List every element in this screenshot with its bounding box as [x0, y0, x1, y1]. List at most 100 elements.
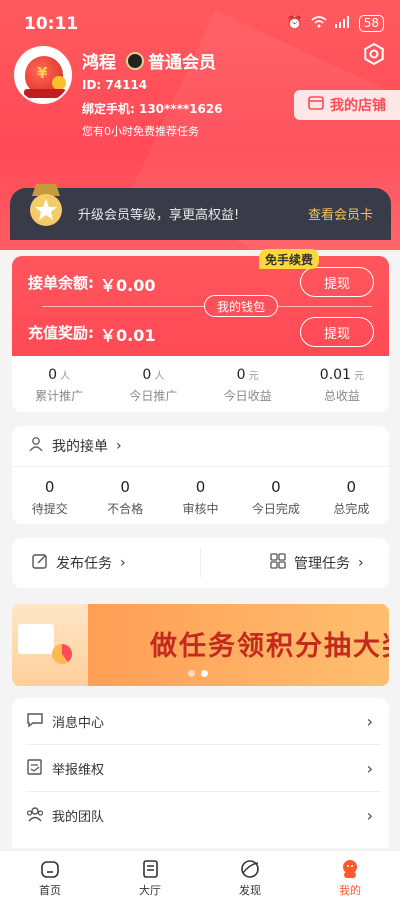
hall-icon: [139, 858, 161, 880]
status-bar: 10:11 ⏰ 58: [0, 0, 400, 48]
tab-label: 大厅: [139, 884, 161, 897]
stat-today-income[interactable]: 0元 今日收益: [201, 364, 295, 408]
stat-unit: 人: [154, 371, 165, 382]
order-status-row: 0 待提交 0 不合格 0 审核中 0 今日完成 0 总完成: [12, 478, 389, 517]
discover-icon: [239, 858, 261, 880]
menu-item-message-center[interactable]: 消息中心 ›: [12, 698, 389, 744]
tab-label: 发现: [239, 884, 261, 897]
stat-value: 0: [236, 367, 246, 383]
settings-menu: 消息中心 › 举报维权 › 我的团队 ›: [12, 698, 389, 848]
divider: [12, 466, 389, 467]
tab-label: 我的: [339, 884, 361, 897]
wifi-icon: [311, 15, 327, 32]
task-actions-card: 发布任务 › 管理任务 ›: [12, 538, 389, 588]
divider: [200, 548, 201, 578]
my-orders-header[interactable]: 我的接单 ›: [28, 436, 122, 456]
tab-hall[interactable]: 大厅: [100, 851, 200, 903]
alarm-icon: ⏰: [286, 16, 303, 31]
pager-dot-active[interactable]: [201, 670, 208, 677]
menu-item-my-team[interactable]: 我的团队 ›: [12, 792, 389, 838]
recharge-reward-value: ￥0.01: [100, 326, 156, 345]
home-icon: [39, 858, 61, 880]
withdraw-balance-button[interactable]: 提现: [300, 267, 374, 297]
menu-item-label: 消息中心: [52, 715, 105, 731]
chevron-right-icon: ›: [366, 805, 373, 825]
mine-icon: [339, 858, 361, 880]
stat-today-promotion[interactable]: 0人 今日推广: [106, 364, 200, 408]
stat-value: 0.01: [319, 367, 351, 383]
chevron-right-icon: ›: [366, 758, 373, 778]
banner-pager: [188, 670, 208, 677]
stat-unit: 元: [353, 371, 364, 382]
shop-icon: [308, 96, 324, 114]
withdraw-label: 提现: [323, 326, 350, 342]
stat-label: 今日推广: [129, 389, 178, 403]
withdraw-reward-button[interactable]: 提现: [300, 317, 374, 347]
edit-icon: [32, 553, 48, 573]
order-unqualified[interactable]: 0 不合格: [87, 478, 162, 517]
status-time: 10:11: [24, 14, 79, 34]
my-shop-button[interactable]: 我的店铺: [294, 90, 400, 120]
menu-item-label: 举报维权: [52, 762, 105, 778]
order-today-done[interactable]: 0 今日完成: [238, 478, 313, 517]
coin-icon: [52, 76, 66, 90]
free-task-notice: 您有0小时免费推荐任务: [82, 125, 199, 138]
chevron-right-icon: ›: [116, 438, 122, 454]
recharge-reward-label: 充值奖励:: [28, 324, 94, 342]
promo-banner[interactable]: 做任务领积分抽大奖: [12, 604, 389, 686]
manage-task-label: 管理任务: [294, 556, 350, 572]
stat-value: 0: [48, 367, 58, 383]
user-icon: [28, 436, 44, 456]
order-balance-label: 接单余额:: [28, 274, 94, 292]
chevron-right-icon: ›: [358, 555, 364, 571]
menu-item-report[interactable]: 举报维权 ›: [12, 745, 389, 791]
order-under-review[interactable]: 0 审核中: [163, 478, 238, 517]
report-icon: [26, 758, 44, 776]
bottom-tab-bar: 首页 大厅 发现 我的: [0, 850, 400, 903]
tab-label: 首页: [39, 884, 61, 897]
chart-illustration-icon: [18, 624, 54, 654]
team-icon: [26, 805, 44, 823]
vip-upgrade-text: 升级会员等级，享更高权益!: [78, 208, 240, 223]
order-total-done[interactable]: 0 总完成: [314, 478, 389, 517]
member-level: 普通会员: [126, 48, 216, 73]
my-wallet-button[interactable]: 我的钱包: [204, 295, 278, 317]
order-count: 0: [346, 478, 357, 496]
vip-upgrade-bar[interactable]: 升级会员等级，享更高权益! 查看会员卡: [10, 184, 391, 240]
wallet-balance-panel: 接单余额: ￥0.00 提现 我的钱包 充值奖励: ￥0.01 提现: [12, 256, 389, 356]
settings-gear-icon[interactable]: [362, 42, 386, 66]
order-count: 0: [195, 478, 206, 496]
pie-illustration-icon: [52, 644, 72, 664]
stat-label: 累计推广: [35, 389, 84, 403]
order-status-label: 待提交: [31, 502, 68, 516]
vip-badge-icon: [24, 182, 68, 230]
order-count: 0: [44, 478, 55, 496]
grid-icon: [270, 553, 286, 573]
order-count: 0: [120, 478, 130, 496]
publish-task-label: 发布任务: [56, 556, 112, 572]
tab-mine[interactable]: 我的: [300, 851, 400, 903]
withdraw-label: 提现: [323, 276, 350, 292]
pager-dot[interactable]: [188, 670, 195, 677]
publish-task-button[interactable]: 发布任务 ›: [32, 553, 126, 573]
order-pending-submit[interactable]: 0 待提交: [12, 478, 87, 517]
signal-icon: [334, 15, 351, 32]
tab-home[interactable]: 首页: [0, 851, 100, 903]
avatar[interactable]: ¥: [14, 46, 72, 104]
stat-total-promotion[interactable]: 0人 累计推广: [12, 364, 106, 408]
tab-discover[interactable]: 发现: [200, 851, 300, 903]
my-orders-card: 我的接单 › 0 待提交 0 不合格 0 审核中 0 今日完成 0 总完成: [12, 426, 389, 524]
order-balance-value: ￥0.00: [100, 276, 156, 295]
stat-label: 总收益: [323, 389, 360, 403]
fee-free-tag: 免手续费: [259, 249, 320, 269]
menu-item-label: 我的团队: [52, 809, 105, 825]
order-status-label: 不合格: [107, 502, 144, 516]
my-orders-title: 我的接单: [52, 439, 108, 455]
manage-task-button[interactable]: 管理任务 ›: [270, 553, 364, 573]
bound-phone: 绑定手机: 130****1626: [82, 102, 223, 116]
chevron-right-icon: ›: [120, 555, 126, 571]
stat-unit: 人: [60, 371, 71, 382]
stat-total-income[interactable]: 0.01 元 总收益: [295, 364, 389, 408]
order-count: 0: [271, 478, 281, 496]
view-member-card-link[interactable]: 查看会员卡: [308, 204, 373, 223]
